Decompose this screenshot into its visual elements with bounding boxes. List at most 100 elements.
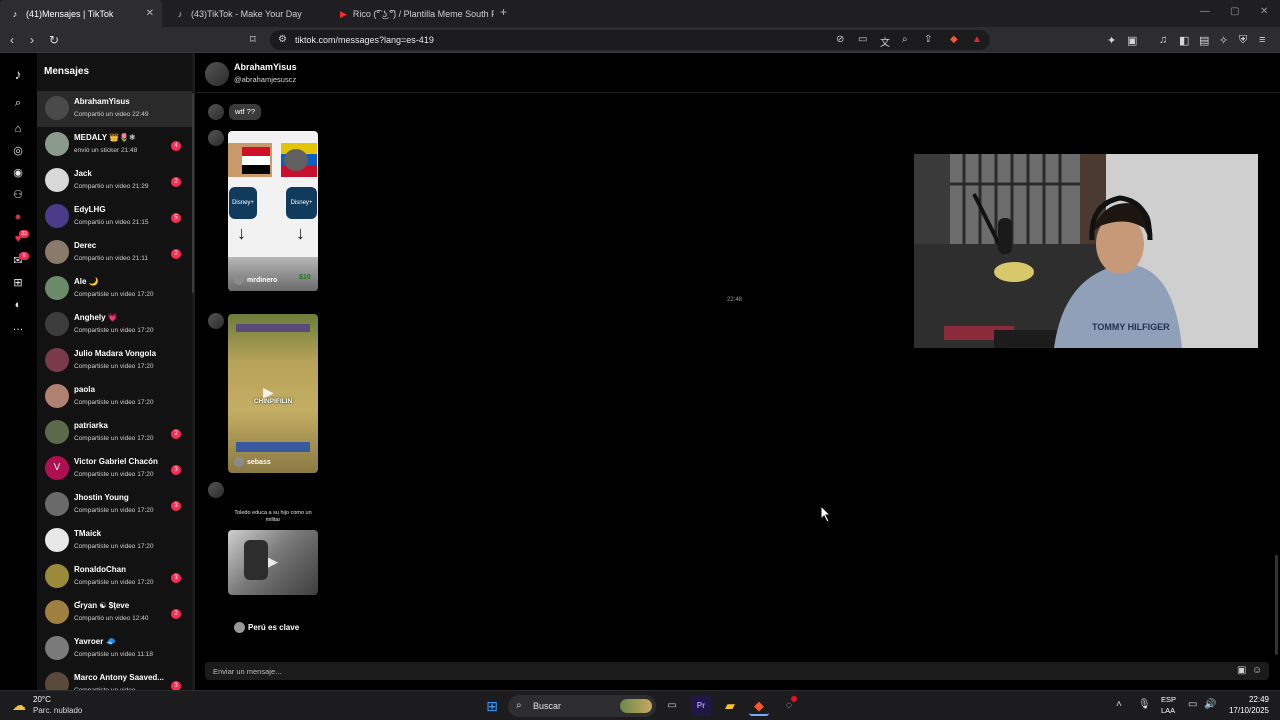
- tab-youtube-rico[interactable]: ▶ Rico (͡° ͜ʖ ͡°) / Plantilla Meme South…: [330, 0, 494, 27]
- shared-account[interactable]: Perú es clave: [234, 622, 299, 633]
- avatar[interactable]: [208, 313, 224, 329]
- back-icon[interactable]: ‹: [10, 33, 14, 47]
- maximize-icon[interactable]: ▢: [1230, 6, 1239, 17]
- conversation-item[interactable]: Ɠryan ☯ $ţeve Compartió un video 12:40 2: [37, 595, 192, 631]
- close-window-icon[interactable]: ✕: [1260, 6, 1268, 17]
- conversation-name: AbrahamYisus: [74, 97, 130, 106]
- tab-mensajes-tiktok[interactable]: ♪ (41)Mensajes | TikTok ✕: [0, 0, 162, 27]
- sidebar-toggle-icon[interactable]: ◧: [1179, 34, 1189, 47]
- wallet-icon[interactable]: ▣: [1127, 34, 1137, 47]
- minimize-icon[interactable]: —: [1200, 6, 1210, 17]
- leo-ai-icon[interactable]: ✧: [1219, 34, 1228, 47]
- keyboard-layout[interactable]: LAA: [1161, 706, 1175, 715]
- no-audio-icon[interactable]: ⊘: [836, 34, 844, 45]
- message-input[interactable]: [213, 662, 1193, 680]
- weather-description[interactable]: Parc. nublado: [33, 706, 82, 715]
- forward-icon[interactable]: ›: [30, 33, 34, 47]
- chevron-up-icon[interactable]: ˄: [1116, 699, 1122, 710]
- home-icon[interactable]: ⌂: [11, 122, 25, 136]
- new-tab-button[interactable]: +: [500, 5, 507, 19]
- menu-icon[interactable]: ≡: [1259, 34, 1265, 46]
- explore-icon[interactable]: ◎: [11, 144, 25, 158]
- avatar: [45, 96, 69, 120]
- microphone-icon[interactable]: 🎙: [1138, 699, 1151, 710]
- premiere-pro-icon[interactable]: Pr: [691, 696, 711, 716]
- profile-icon[interactable]: ◐: [11, 298, 25, 312]
- arrow-down-icon: ↓: [237, 223, 246, 243]
- conversation-item[interactable]: AbrahamYisus Compartió un video 22:49: [37, 91, 192, 127]
- live-icon[interactable]: ●: [11, 210, 25, 224]
- weather-icon[interactable]: ☁: [12, 697, 26, 714]
- avatar[interactable]: [208, 130, 224, 146]
- friends-icon[interactable]: ⚇: [11, 188, 25, 202]
- wallet-card-icon[interactable]: ▤: [1199, 34, 1209, 47]
- conversation-item[interactable]: RonaldoChan Compartiste un video 17:20 3: [37, 559, 192, 595]
- conversation-item[interactable]: TMaick Compartiste un video 17:20: [37, 523, 192, 559]
- task-view-icon[interactable]: ▭: [662, 696, 682, 716]
- shared-video-card[interactable]: Disney+ Disney+ ↓ ↓ mrdinero $10: [228, 131, 318, 291]
- conversation-item[interactable]: paola Compartiste un video 17:20: [37, 379, 192, 415]
- reload-icon[interactable]: ↻: [49, 33, 59, 47]
- conversation-item[interactable]: patriarka Compartiste un video 17:20 2: [37, 415, 192, 451]
- conversation-item[interactable]: Derec Compartió un video 21:11 2: [37, 235, 192, 271]
- vpn-icon[interactable]: ⛨: [1239, 34, 1247, 47]
- site-settings-icon[interactable]: ⚙: [278, 34, 287, 45]
- conversation-name: TMaick: [74, 529, 102, 538]
- media-icon[interactable]: ♫: [1159, 34, 1167, 46]
- conversation-item[interactable]: Jhostin Young Compartiste un video 17:20 3: [37, 487, 192, 523]
- gif-icon[interactable]: ▣: [1237, 666, 1246, 676]
- conversation-item[interactable]: Yavroer 🧢 Compartiste un video 11:18: [37, 631, 192, 667]
- brave-rewards-icon[interactable]: ▲: [972, 34, 982, 45]
- chat-contact-name[interactable]: AbrahamYisus: [234, 62, 297, 72]
- address-bar[interactable]: ⚙ tiktok.com/messages?lang=es-419 ⊘ ▭ 文 …: [270, 30, 990, 50]
- url-text[interactable]: tiktok.com/messages?lang=es-419: [295, 35, 434, 45]
- avatar: [45, 528, 69, 552]
- taskbar-search[interactable]: ⌕ Buscar: [508, 695, 656, 717]
- conversation-item[interactable]: Marco Antony Saaved...Compartiste un vid…: [37, 667, 192, 690]
- emoji-icon[interactable]: ☺: [1252, 666, 1262, 676]
- conversation-item[interactable]: MEDALY 👑🌷❄ envió un sticker 21:48 4: [37, 127, 192, 163]
- tab-tiktok-make-your-day[interactable]: ♪ (43)TikTok - Make Your Day: [165, 0, 329, 27]
- file-explorer-icon[interactable]: ▰: [720, 696, 740, 716]
- extensions-icon[interactable]: ✦: [1107, 34, 1116, 47]
- zoom-icon[interactable]: ⌕: [902, 34, 908, 45]
- language-indicator[interactable]: ESP: [1161, 695, 1176, 704]
- game-towers-image: [236, 442, 310, 452]
- conversation-item[interactable]: Ale 🌙 Compartiste un video 17:20: [37, 271, 192, 307]
- conversation-name: Jhostin Young: [74, 493, 129, 502]
- bookmark-icon[interactable]: ⌑: [250, 33, 256, 47]
- conversation-item[interactable]: Julio Madara Vongola Compartiste un video…: [37, 343, 192, 379]
- close-tab-icon[interactable]: ✕: [146, 8, 154, 19]
- following-avatar-icon[interactable]: ◉: [11, 166, 25, 180]
- share-icon[interactable]: ⇪: [924, 34, 932, 45]
- clock-time[interactable]: 22:49: [1237, 695, 1269, 704]
- volume-icon[interactable]: 🔊: [1204, 699, 1216, 710]
- conversation-item[interactable]: V Victor Gabriel Chacón Compartiste un vid…: [37, 451, 192, 487]
- scrollbar-thumb[interactable]: [192, 93, 194, 293]
- chat-scrollbar[interactable]: [1275, 555, 1278, 655]
- search-icon[interactable]: ⌕: [11, 96, 25, 110]
- avatar[interactable]: [208, 482, 224, 498]
- conversation-item[interactable]: Jack Compartió un video 21:29 2: [37, 163, 192, 199]
- price-label: $10: [299, 274, 311, 281]
- tiktok-logo-icon[interactable]: ♪: [11, 67, 25, 81]
- conversation-item[interactable]: EdyLHG Compartió un video 21:15 5: [37, 199, 192, 235]
- upload-icon[interactable]: ⊞: [11, 276, 25, 290]
- conversation-preview: Compartiste un video 17:20: [74, 579, 154, 586]
- shared-video-card[interactable]: ▶: [228, 530, 318, 595]
- avatar[interactable]: [205, 62, 229, 86]
- avatar[interactable]: [208, 104, 224, 120]
- translate-icon[interactable]: 文: [880, 34, 890, 49]
- network-icon[interactable]: ▭: [1188, 699, 1197, 710]
- shared-video-card[interactable]: ▶ CHINPIFILIN sebass: [228, 314, 318, 473]
- brave-shield-icon[interactable]: ◆: [950, 34, 958, 45]
- cast-icon[interactable]: ▭: [858, 34, 867, 45]
- conversation-name: Jack: [74, 169, 92, 178]
- clock-date[interactable]: 17/10/2025: [1224, 706, 1269, 715]
- play-icon[interactable]: ▶: [268, 554, 278, 570]
- start-button[interactable]: ⊞: [482, 696, 502, 716]
- conversation-item[interactable]: Anghely 💗 Compartiste un video 17:20: [37, 307, 192, 343]
- weather-temperature[interactable]: 20°C: [33, 695, 51, 704]
- brave-browser-icon[interactable]: ◆: [749, 696, 769, 716]
- more-icon[interactable]: …: [11, 320, 25, 334]
